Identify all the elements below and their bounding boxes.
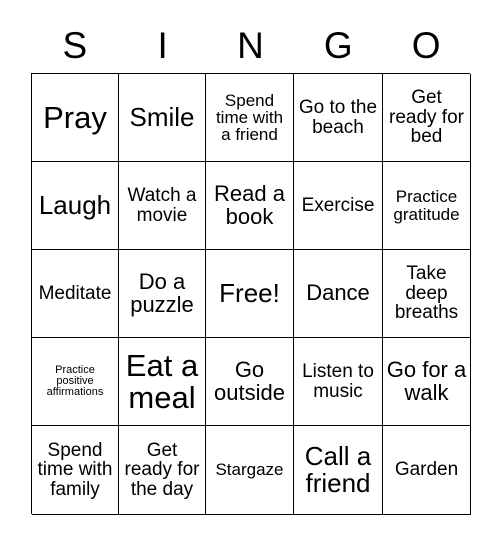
bingo-cell-label: Pray [43, 99, 107, 135]
bingo-cell-label: Stargaze [215, 460, 284, 480]
bingo-cell-label: Garden [394, 459, 459, 481]
bingo-cell-label: Practice positive affirmations [46, 363, 104, 399]
bingo-cell-r5c3[interactable]: Stargaze [206, 426, 294, 515]
header-letter-5: O [411, 25, 441, 66]
bingo-cell-free-space[interactable]: Free! [206, 250, 294, 338]
bingo-cell-r2c1[interactable]: Laugh [32, 162, 119, 250]
bingo-cell-r5c2[interactable]: Get ready for the day [119, 426, 206, 515]
bingo-cell-r1c1[interactable]: Pray [32, 74, 119, 162]
header-letter-1: S [62, 25, 88, 66]
bingo-cell-label: Listen to music [302, 361, 374, 402]
bingo-cell-r3c2[interactable]: Do a puzzle [119, 250, 206, 338]
header-letter-3: N [237, 25, 264, 66]
bingo-cell-r4c4[interactable]: Listen to music [294, 338, 383, 426]
bingo-cell-r5c5[interactable]: Garden [383, 426, 471, 515]
header-letter-2: I [157, 25, 168, 66]
bingo-cell-r5c4[interactable]: Call a friend [294, 426, 383, 515]
bingo-cell-label: Do a puzzle [130, 269, 194, 317]
bingo-cell-label: Smile [129, 102, 195, 133]
bingo-cell-label: Go for a walk [386, 357, 467, 405]
bingo-cell-r3c1[interactable]: Meditate [32, 250, 119, 338]
bingo-header-row: S I N G O [31, 18, 470, 73]
bingo-cell-r1c3[interactable]: Spend time with a friend [206, 74, 294, 162]
bingo-cell-r2c4[interactable]: Exercise [294, 162, 383, 250]
bingo-cell-label: Get ready for bed [389, 87, 464, 148]
bingo-cell-r2c5[interactable]: Practice gratitude [383, 162, 471, 250]
bingo-cell-r5c1[interactable]: Spend time with family [32, 426, 119, 515]
bingo-cell-r1c5[interactable]: Get ready for bed [383, 74, 471, 162]
bingo-cell-label: Eat a meal [125, 347, 199, 415]
bingo-cell-r2c3[interactable]: Read a book [206, 162, 294, 250]
bingo-cell-label: Dance [306, 280, 370, 306]
bingo-grid: Pray Smile Spend time with a friend Go t… [31, 73, 471, 515]
bingo-cell-label: Take deep breaths [394, 263, 459, 324]
bingo-cell-label: Practice gratitude [393, 187, 460, 224]
bingo-cell-r4c3[interactable]: Go outside [206, 338, 294, 426]
bingo-cell-r3c4[interactable]: Dance [294, 250, 383, 338]
bingo-cell-label: Get ready for the day [124, 439, 200, 500]
bingo-cell-r1c2[interactable]: Smile [119, 74, 206, 162]
bingo-cell-r1c4[interactable]: Go to the beach [294, 74, 383, 162]
bingo-cell-r2c2[interactable]: Watch a movie [119, 162, 206, 250]
bingo-card: S I N G O Pray Smile Spend time with a f… [0, 0, 500, 544]
bingo-cell-label: Spend time with family [37, 439, 113, 500]
bingo-cell-r4c2[interactable]: Eat a meal [119, 338, 206, 426]
bingo-free-space-label: Free! [219, 278, 280, 309]
bingo-cell-r4c1[interactable]: Practice positive affirmations [32, 338, 119, 426]
bingo-cell-label: Exercise [301, 194, 375, 216]
header-letter-4: G [323, 25, 353, 66]
bingo-cell-label: Watch a movie [127, 185, 197, 226]
bingo-cell-label: Meditate [38, 282, 112, 304]
bingo-cell-label: Spend time with a friend [215, 90, 284, 145]
bingo-cell-r3c5[interactable]: Take deep breaths [383, 250, 471, 338]
bingo-cell-label: Go to the beach [298, 97, 378, 138]
bingo-cell-label: Go outside [214, 357, 285, 405]
bingo-cell-label: Laugh [38, 190, 112, 221]
bingo-cell-label: Call a friend [304, 441, 372, 498]
bingo-cell-r4c5[interactable]: Go for a walk [383, 338, 471, 426]
bingo-cell-label: Read a book [214, 181, 285, 229]
